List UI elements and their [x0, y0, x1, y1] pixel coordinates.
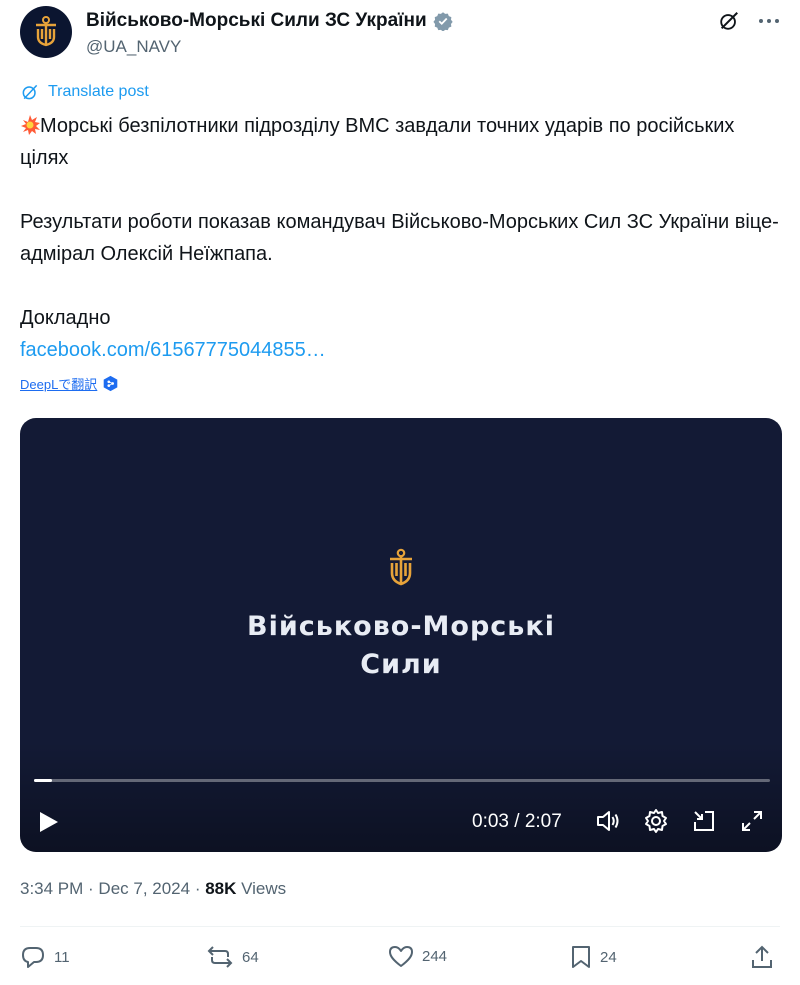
- deepl-icon: [104, 375, 118, 392]
- verified-badge-icon: [433, 12, 453, 31]
- translate-icon: [22, 84, 38, 100]
- reply-button[interactable]: 11: [20, 944, 70, 970]
- navy-emblem-icon: [36, 16, 56, 47]
- settings-icon: [645, 809, 667, 833]
- play-icon: [40, 812, 58, 832]
- share-button[interactable]: [750, 944, 774, 970]
- like-button[interactable]: 244: [388, 944, 447, 968]
- like-icon: [389, 946, 413, 967]
- like-count: 244: [422, 947, 448, 965]
- post-header: Військово-Морські Сили ЗС України @UA_NA…: [20, 6, 782, 62]
- views-count: 88K: [205, 879, 237, 898]
- video-progress-bar[interactable]: [34, 779, 770, 782]
- fullscreen-icon: [742, 811, 762, 831]
- display-name[interactable]: Військово-Морські Сили ЗС України: [86, 10, 427, 32]
- translate-label[interactable]: Translate post: [48, 83, 149, 101]
- post-line-2: Результати роботи показав командувач Вій…: [20, 211, 779, 265]
- translate-post-button[interactable]: Translate post: [20, 82, 149, 102]
- share-icon: [752, 945, 772, 968]
- more-icon: [759, 19, 779, 23]
- video-progress-fill: [34, 779, 52, 782]
- display-name-row[interactable]: Військово-Морські Сили ЗС України: [86, 10, 453, 32]
- navy-logo: [386, 548, 416, 593]
- more-button[interactable]: [756, 8, 782, 34]
- bookmark-icon: [572, 946, 590, 968]
- volume-button[interactable]: [594, 807, 622, 840]
- action-bar: 11 64 244 24: [20, 944, 782, 978]
- video-title-line-2: Сили: [360, 649, 442, 680]
- deepl-label[interactable]: DeepLで翻訳: [20, 374, 97, 393]
- avatar[interactable]: [20, 6, 72, 58]
- repost-icon: [207, 946, 233, 968]
- views-label: Views: [236, 879, 287, 898]
- reply-icon: [22, 947, 44, 968]
- repost-button[interactable]: 64: [206, 944, 259, 970]
- post-text: Морські безпілотники підрозділу ВМС завд…: [20, 110, 780, 366]
- video-controls: 0:03 / 2:07: [20, 804, 782, 840]
- grok-button[interactable]: [716, 8, 742, 34]
- repost-count: 64: [242, 948, 259, 966]
- post-paragraph-1: Морські безпілотники підрозділу ВМС завд…: [20, 110, 780, 174]
- video-time: 0:03 / 2:07: [472, 811, 562, 832]
- picture-in-picture-button[interactable]: [690, 807, 718, 840]
- video-player[interactable]: Військово-Морські Сили 0:03 / 2:07: [20, 418, 782, 852]
- play-button[interactable]: [38, 810, 60, 839]
- post-meta: 3:34 PM · Dec 7, 2024 · 88K Views: [20, 879, 286, 899]
- post-line-1: Морські безпілотники підрозділу ВМС завд…: [20, 115, 735, 169]
- bookmark-count: 24: [600, 948, 617, 966]
- post-line-3: Докладно: [20, 307, 111, 329]
- deepl-translate-button[interactable]: DeepLで翻訳: [20, 374, 119, 393]
- post-link[interactable]: facebook.com/61567775044855…: [20, 339, 326, 361]
- pip-icon: [694, 811, 714, 831]
- handle[interactable]: @UA_NAVY: [86, 37, 453, 57]
- volume-icon: [597, 811, 619, 831]
- explosion-emoji-icon: [21, 115, 40, 135]
- timestamp[interactable]: 3:34 PM · Dec 7, 2024 ·: [20, 879, 205, 898]
- video-overlay-title: Військово-Морські Сили: [20, 608, 782, 684]
- navy-logo-icon: [390, 548, 412, 586]
- settings-button[interactable]: [642, 807, 670, 840]
- bookmark-button[interactable]: 24: [570, 944, 617, 970]
- divider: [20, 926, 780, 927]
- fullscreen-button[interactable]: [738, 807, 766, 840]
- reply-count: 11: [54, 948, 70, 966]
- video-title-line-1: Військово-Морські: [247, 611, 555, 642]
- grok-icon: [720, 12, 738, 30]
